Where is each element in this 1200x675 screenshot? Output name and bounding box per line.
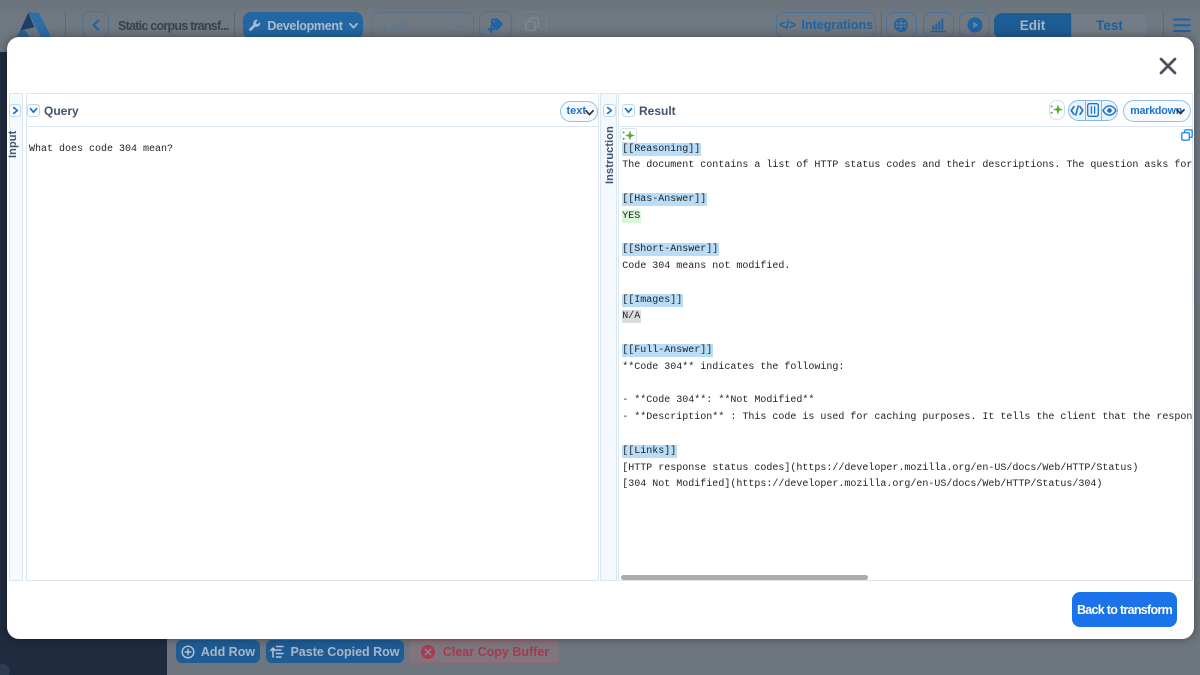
- svg-text:R: R: [902, 27, 907, 33]
